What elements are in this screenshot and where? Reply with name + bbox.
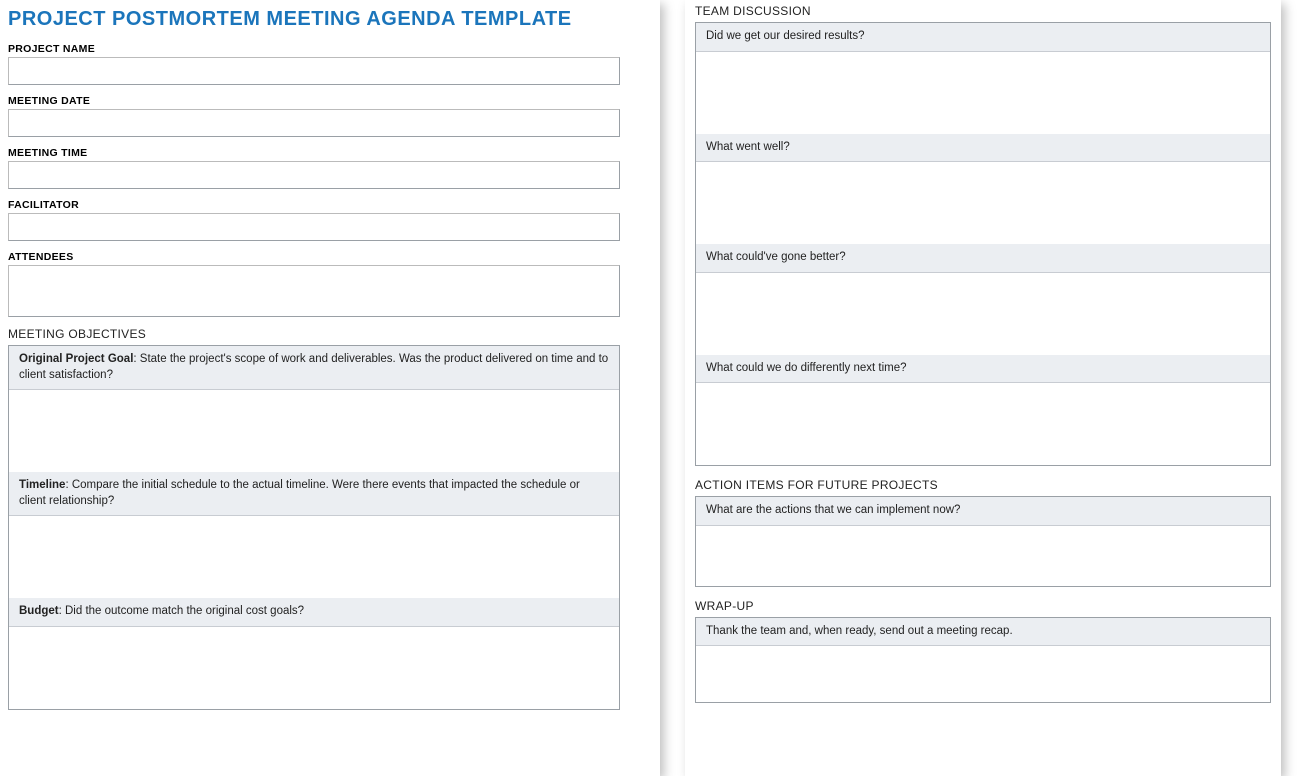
input-meeting-time[interactable] xyxy=(8,161,620,189)
wrap-up-list: Thank the team and, when ready, send out… xyxy=(695,617,1271,704)
wrapup-response[interactable] xyxy=(696,646,1270,702)
discussion-item: What went well? xyxy=(695,134,1271,245)
discussion-response[interactable] xyxy=(696,162,1270,244)
objective-prompt: Budget: Did the outcome match the origin… xyxy=(9,598,619,627)
label-project-name: PROJECT NAME xyxy=(8,43,620,55)
input-project-name[interactable] xyxy=(8,57,620,85)
objective-item: Timeline: Compare the initial schedule t… xyxy=(8,472,620,598)
discussion-response[interactable] xyxy=(696,383,1270,465)
document-title: PROJECT POSTMORTEM MEETING AGENDA TEMPLA… xyxy=(8,8,620,31)
discussion-prompt: Did we get our desired results? xyxy=(696,23,1270,52)
input-meeting-date[interactable] xyxy=(8,109,620,137)
heading-meeting-objectives: MEETING OBJECTIVES xyxy=(8,327,620,341)
objective-prompt: Original Project Goal: State the project… xyxy=(9,346,619,390)
objective-item: Budget: Did the outcome match the origin… xyxy=(8,598,620,710)
objective-bold: Timeline xyxy=(19,479,65,491)
heading-action-items: ACTION ITEMS FOR FUTURE PROJECTS xyxy=(695,478,1271,492)
wrapup-item: Thank the team and, when ready, send out… xyxy=(695,617,1271,704)
discussion-prompt: What could we do differently next time? xyxy=(696,355,1270,384)
discussion-item: What could've gone better? xyxy=(695,244,1271,355)
objective-text: : Compare the initial schedule to the ac… xyxy=(19,479,580,507)
heading-wrap-up: WRAP-UP xyxy=(695,599,1271,613)
discussion-prompt: What went well? xyxy=(696,134,1270,163)
label-meeting-time: MEETING TIME xyxy=(8,147,620,159)
objective-item: Original Project Goal: State the project… xyxy=(8,345,620,472)
discussion-response[interactable] xyxy=(696,52,1270,134)
label-attendees: ATTENDEES xyxy=(8,251,620,263)
meeting-objectives-list: Original Project Goal: State the project… xyxy=(8,345,620,710)
action-response[interactable] xyxy=(696,526,1270,586)
heading-team-discussion: TEAM DISCUSSION xyxy=(695,4,1271,18)
objective-bold: Budget xyxy=(19,605,59,617)
action-item: What are the actions that we can impleme… xyxy=(695,496,1271,587)
objective-response[interactable] xyxy=(9,390,619,472)
wrapup-prompt: Thank the team and, when ready, send out… xyxy=(696,618,1270,647)
discussion-prompt: What could've gone better? xyxy=(696,244,1270,273)
input-facilitator[interactable] xyxy=(8,213,620,241)
label-meeting-date: MEETING DATE xyxy=(8,95,620,107)
objective-text: : Did the outcome match the original cos… xyxy=(59,605,304,617)
action-items-list: What are the actions that we can impleme… xyxy=(695,496,1271,587)
objective-response[interactable] xyxy=(9,627,619,709)
objective-response[interactable] xyxy=(9,516,619,598)
page-right: TEAM DISCUSSION Did we get our desired r… xyxy=(685,0,1281,776)
discussion-response[interactable] xyxy=(696,273,1270,355)
discussion-item: What could we do differently next time? xyxy=(695,355,1271,467)
label-facilitator: FACILITATOR xyxy=(8,199,620,211)
objective-bold: Original Project Goal xyxy=(19,353,133,365)
action-prompt: What are the actions that we can impleme… xyxy=(696,497,1270,526)
discussion-item: Did we get our desired results? xyxy=(695,22,1271,134)
objective-prompt: Timeline: Compare the initial schedule t… xyxy=(9,472,619,516)
input-attendees[interactable] xyxy=(8,265,620,317)
team-discussion-list: Did we get our desired results? What wen… xyxy=(695,22,1271,466)
page-left: PROJECT POSTMORTEM MEETING AGENDA TEMPLA… xyxy=(0,0,660,776)
